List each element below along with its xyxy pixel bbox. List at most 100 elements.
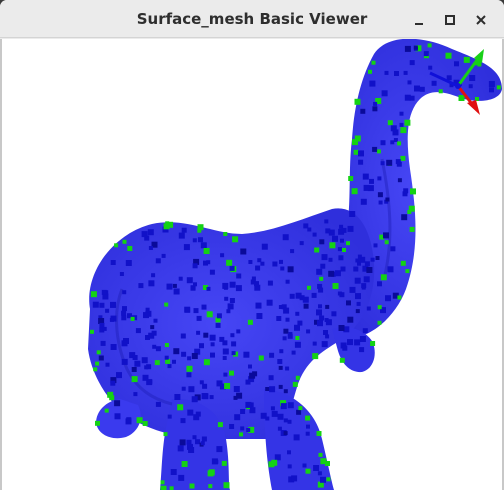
vertex-point [190, 285, 196, 291]
vertex-point [305, 431, 310, 436]
vertex-point [307, 285, 311, 290]
vertex-point [342, 248, 346, 252]
vertex-point [489, 87, 494, 93]
vertex-point [403, 188, 409, 194]
vertex-point [378, 200, 383, 205]
vertex-point [280, 403, 287, 410]
vertex-point [468, 84, 473, 89]
vertex-point [395, 159, 401, 165]
vertex-point [359, 336, 366, 342]
vertex-point [180, 418, 186, 424]
mesh-render-canvas[interactable] [2, 39, 502, 490]
vertex-point [390, 125, 397, 132]
vertex-point [372, 106, 378, 112]
vertex-point [163, 432, 168, 437]
vertex-point [122, 290, 127, 295]
vertex-point [93, 367, 98, 372]
vertex-point [390, 246, 396, 252]
vertex-point [151, 330, 157, 336]
vertex-point [141, 357, 148, 364]
vertex-point [131, 376, 138, 383]
vertex-point [269, 386, 276, 393]
vertex-point [126, 417, 132, 423]
vertex-point [321, 254, 328, 261]
vertex-point [189, 483, 195, 489]
vertex-point [287, 402, 294, 409]
vertex-point [104, 408, 109, 413]
vertex-point [125, 260, 132, 266]
vertex-point [222, 282, 229, 289]
vertex-point [289, 293, 295, 299]
vertex-point [293, 434, 300, 441]
vertex-point [216, 313, 222, 319]
vertex-point [409, 60, 415, 66]
vertex-point [249, 407, 256, 414]
vertex-point [119, 272, 124, 276]
vertex-point [403, 70, 408, 75]
vertex-point [136, 417, 143, 424]
vertex-point [141, 231, 148, 238]
close-button[interactable] [470, 9, 492, 31]
vertex-point [193, 282, 197, 287]
vertex-point [254, 281, 259, 287]
vertex-point [359, 347, 365, 353]
vertex-point [331, 311, 337, 317]
vertex-point [364, 261, 370, 267]
vertex-point [370, 341, 376, 346]
vertex-point [363, 276, 370, 283]
vertex-point [316, 268, 323, 275]
vertex-point [206, 260, 211, 265]
vertex-point [287, 266, 294, 273]
vertex-point [177, 445, 184, 452]
maximize-button[interactable] [439, 9, 461, 31]
vertex-point [134, 360, 141, 367]
vertex-point [167, 364, 172, 369]
vertex-point [287, 419, 292, 424]
vertex-point [287, 333, 293, 339]
vertex-point [394, 71, 399, 76]
vertex-point [283, 328, 289, 334]
vertex-point [346, 241, 350, 246]
3d-viewport[interactable] [2, 39, 502, 490]
vertex-point [353, 149, 359, 155]
vertex-point [269, 352, 275, 358]
vertex-point [299, 241, 304, 246]
vertex-point [283, 418, 288, 423]
vertex-point [183, 244, 190, 251]
vertex-point [266, 299, 273, 306]
vertex-point [181, 461, 188, 467]
vertex-point [380, 140, 386, 146]
vertex-point [178, 474, 185, 481]
vertex-point [114, 400, 121, 407]
vertex-point [245, 379, 251, 385]
vertex-point [380, 161, 385, 166]
title-bar[interactable]: Surface_mesh Basic Viewer [0, 0, 504, 38]
vertex-point [423, 51, 429, 57]
vertex-point [209, 269, 215, 275]
vertex-point [354, 98, 361, 105]
vertex-point [377, 281, 382, 287]
vertex-point [186, 277, 193, 284]
vertex-point [203, 359, 210, 366]
vertex-point [258, 355, 264, 361]
vertex-point [261, 243, 268, 250]
vertex-point [148, 246, 153, 250]
vertex-point [229, 298, 235, 303]
minimize-button[interactable] [408, 9, 430, 31]
vertex-point [198, 237, 203, 243]
vertex-point [355, 293, 361, 300]
vertex-point [312, 353, 319, 360]
vertex-point [377, 176, 382, 181]
vertex-point [332, 283, 339, 289]
vertex-point [246, 428, 251, 432]
vertex-point [224, 296, 229, 301]
vertex-point [240, 409, 246, 414]
vertex-point [230, 333, 235, 338]
vertex-point [363, 184, 370, 191]
vertex-point [407, 80, 412, 85]
vertex-point [186, 365, 193, 372]
vertex-point [150, 325, 155, 330]
vertex-point [114, 413, 121, 420]
vertex-point [318, 287, 324, 293]
vertex-point [231, 341, 237, 347]
